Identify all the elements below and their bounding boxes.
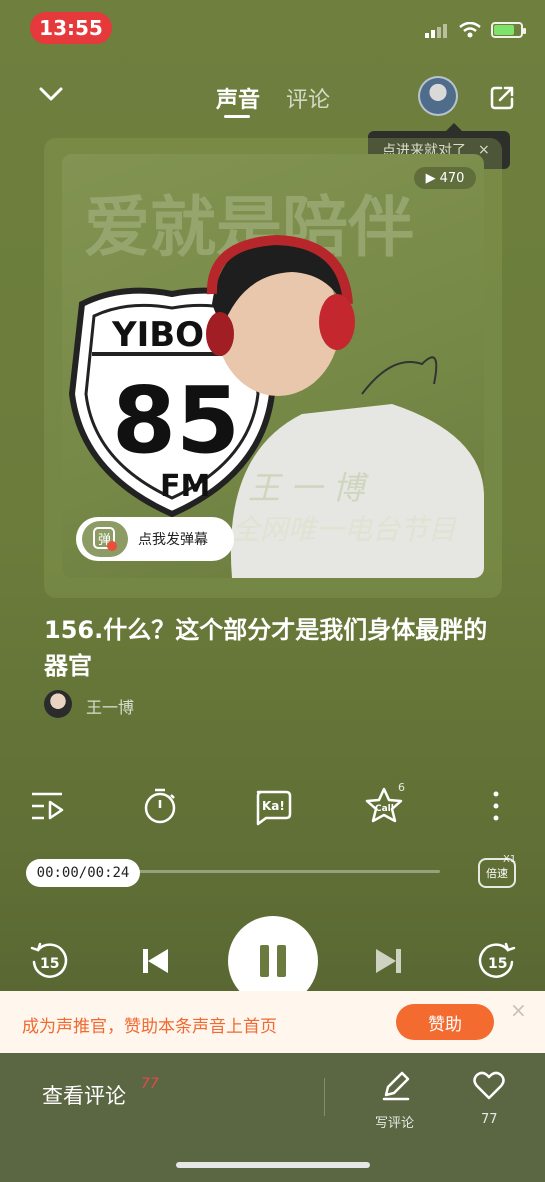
battery-icon xyxy=(491,22,526,38)
cover-sign-number: 85 xyxy=(112,367,240,474)
cover-sign-top: YIBO xyxy=(111,315,204,355)
bottom-divider xyxy=(324,1078,325,1116)
wifi-icon xyxy=(459,22,481,38)
write-comment-label[interactable]: 写评论 xyxy=(375,1112,414,1131)
call-count-badge: 6 xyxy=(398,781,405,794)
write-comment-icon[interactable] xyxy=(380,1069,412,1101)
play-count: ▶ 470 xyxy=(414,167,476,189)
pause-icon xyxy=(260,945,286,977)
author-avatar[interactable] xyxy=(44,690,72,718)
album-cover[interactable]: 爱就是陪伴 YIBO 85 FM 王 一 博 全网唯一电台节目 xyxy=(62,154,484,578)
call-label: Call xyxy=(375,804,394,814)
tab-sound[interactable]: 声音 xyxy=(216,82,260,114)
forward-15-button[interactable]: 15 xyxy=(476,940,518,982)
speed-label: 倍速 xyxy=(486,867,508,880)
status-icons xyxy=(425,22,526,38)
previous-icon[interactable] xyxy=(134,940,176,982)
danmaku-button[interactable]: 弹 点我发弹幕 xyxy=(76,517,234,561)
battery-level xyxy=(494,25,514,35)
heart-icon[interactable] xyxy=(472,1069,506,1101)
share-icon[interactable] xyxy=(488,84,516,112)
danmaku-icon: 弹 xyxy=(82,521,128,557)
timer-icon[interactable] xyxy=(140,786,180,826)
sponsor-button[interactable]: 赞助 xyxy=(396,1004,494,1040)
rewind-icon: 15 xyxy=(30,942,68,978)
signal-icon xyxy=(425,24,447,38)
danmaku-label: 点我发弹幕 xyxy=(138,532,208,548)
status-time: 13:55 xyxy=(30,12,112,44)
ka-button[interactable]: Ka! xyxy=(252,786,292,826)
collapse-chevron-icon[interactable] xyxy=(38,84,64,104)
tab-active-indicator xyxy=(224,115,250,118)
track-title: 156.什么？这个部分才是我们身体最胖的器官 xyxy=(44,616,488,680)
cover-sign-bottom: FM xyxy=(160,469,210,504)
tab-comments[interactable]: 评论 xyxy=(286,82,330,114)
ka-icon: Ka! xyxy=(256,790,292,826)
forward-label: 15 xyxy=(488,956,507,972)
ka-label: Ka! xyxy=(262,799,285,813)
progress-track[interactable] xyxy=(120,870,440,873)
promo-text: 成为声推官，赞助本条声音上首页 xyxy=(22,1017,277,1037)
rewind-label: 15 xyxy=(40,956,59,972)
host-avatar[interactable] xyxy=(418,76,458,116)
play-small-icon: ▶ xyxy=(425,170,436,186)
playlist-icon[interactable] xyxy=(28,786,68,826)
comments-count: 77 xyxy=(141,1076,159,1092)
home-indicator[interactable] xyxy=(176,1162,370,1168)
more-icon[interactable] xyxy=(476,786,516,826)
play-count-value: 470 xyxy=(439,170,465,186)
promo-close-icon[interactable]: × xyxy=(510,998,527,1022)
speed-value: X1 xyxy=(503,854,517,865)
cover-artwork: 爱就是陪伴 YIBO 85 FM 王 一 博 全网唯一电台节目 xyxy=(68,189,484,578)
author-name[interactable]: 王一博 xyxy=(86,694,134,718)
rewind-15-button[interactable]: 15 xyxy=(28,940,70,982)
like-count: 77 xyxy=(481,1112,498,1127)
cover-tagline: 全网唯一电台节目 xyxy=(232,513,457,546)
forward-icon: 15 xyxy=(478,942,516,978)
view-comments-button[interactable]: 查看评论 xyxy=(42,1080,126,1110)
next-icon[interactable] xyxy=(368,940,410,982)
cover-host-text: 王 一 博 xyxy=(248,469,369,507)
progress-thumb[interactable]: 00:00/00:24 xyxy=(26,859,140,887)
